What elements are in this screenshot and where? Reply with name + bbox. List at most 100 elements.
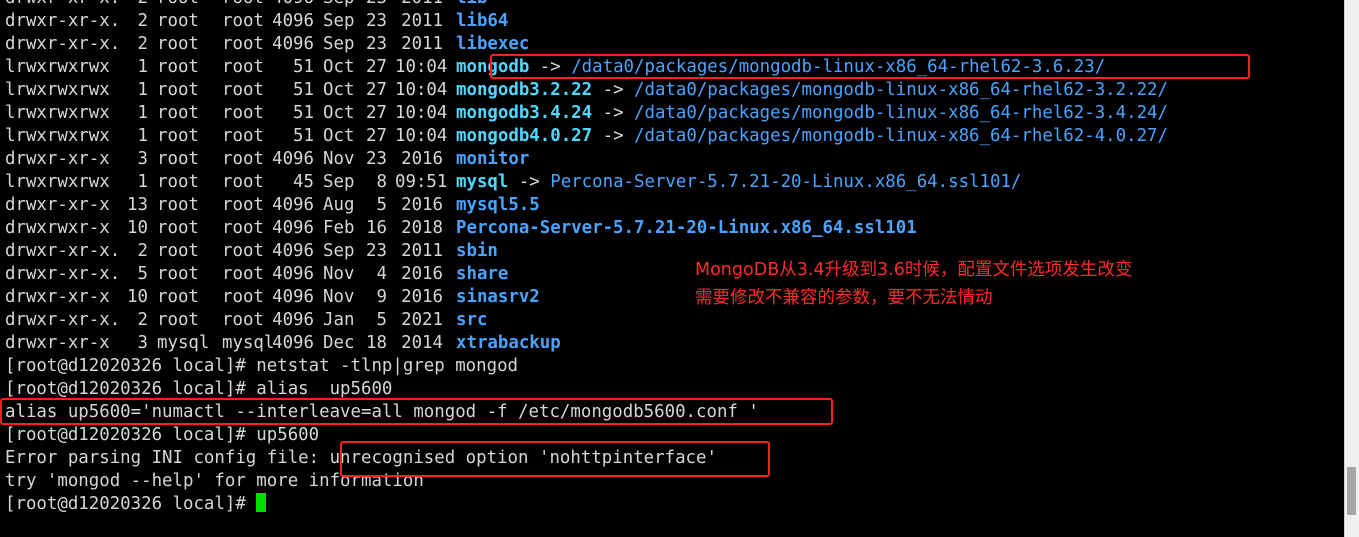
permissions: lrwxrwxrwx	[5, 57, 110, 77]
month: Oct	[323, 126, 355, 146]
listing-row: drwxr-xr-x. 2 root root 4096 Jan 5 2021 src	[5, 309, 1168, 332]
owner: root	[157, 103, 199, 123]
file-size: 51	[293, 80, 314, 100]
symlink-arrow: ->	[592, 126, 635, 146]
listing-row: lrwxrwxrwx 1 root root 51 Oct 27 10:04 mongodb3.…	[5, 79, 1168, 102]
time: 2011	[401, 34, 443, 54]
file-size: 4096	[272, 11, 314, 31]
link-count: 1	[137, 57, 148, 77]
owner: root	[157, 264, 199, 284]
time: 10:04	[395, 103, 448, 123]
month: Feb	[323, 218, 355, 238]
group: root	[222, 0, 272, 10]
symlink-target: /data0/packages/mongodb-linux-x86_64-rhe…	[634, 126, 1168, 146]
listing-row: lrwxrwxrwx 1 root root 51 Oct 27 10:04 mongodb4.…	[5, 125, 1168, 148]
time: 10:04	[395, 57, 448, 77]
link-count: 13	[127, 195, 148, 215]
time: 10:04	[395, 126, 448, 146]
group: root	[222, 126, 264, 146]
month: Aug	[323, 195, 355, 215]
vertical-scrollbar[interactable]	[1344, 0, 1359, 537]
file-size: 4096	[272, 218, 314, 238]
owner: root	[157, 80, 199, 100]
owner: mysql	[157, 333, 210, 353]
owner: root	[157, 241, 199, 261]
owner: root	[157, 149, 199, 169]
time: 2011	[395, 0, 443, 10]
scrollbar-thumb[interactable]	[1347, 467, 1356, 515]
symlink-arrow: ->	[592, 103, 635, 123]
day: 27	[366, 57, 387, 77]
symlink-target: Percona-Server-5.7.21-20-Linux.x86_64.ss…	[550, 172, 1022, 192]
day: 5	[376, 195, 387, 215]
link-count: 2	[137, 310, 148, 330]
owner: root	[157, 218, 199, 238]
time: 2016	[401, 195, 443, 215]
link-count: 5	[137, 264, 148, 284]
permissions: lrwxrwxrwx	[5, 103, 110, 123]
time: 2016	[401, 287, 443, 307]
day: 27	[366, 103, 387, 123]
symlink-arrow: ->	[508, 172, 551, 192]
file-name: monitor	[456, 149, 530, 169]
time: 10:04	[395, 80, 448, 100]
permissions: drwxr-xr-x.	[5, 34, 121, 54]
listing-row: drwxr-xr-x 3 mysql mysql4096 Dec 18 2014 xtraba…	[5, 332, 1168, 355]
file-size: 4096	[272, 241, 314, 261]
link-count: 3	[137, 333, 148, 353]
permissions: lrwxrwxrwx	[5, 80, 110, 100]
prompt-text: [root@d12020326 local]#	[5, 494, 257, 514]
file-name: mysql5.5	[456, 195, 540, 215]
owner: root	[157, 310, 199, 330]
link-count: 10	[127, 287, 148, 307]
permissions: drwxr-xr-x	[5, 333, 110, 353]
month: Sep	[323, 172, 355, 192]
time: 2011	[401, 11, 443, 31]
month: Oct	[323, 57, 355, 77]
month: Sep	[323, 0, 365, 10]
link-count: 1	[137, 103, 148, 123]
highlight-box-alias	[0, 398, 833, 425]
file-name: sinasrv2	[456, 287, 540, 307]
day: 4	[376, 264, 387, 284]
symlink-name: mongodb3.2.22	[456, 80, 593, 100]
time: 2014	[401, 333, 443, 353]
cursor-block	[256, 493, 267, 512]
month: Nov	[323, 287, 355, 307]
day: 27	[366, 126, 387, 146]
day: 5	[376, 310, 387, 330]
file-size: 45	[293, 172, 314, 192]
link-count: 1	[137, 172, 148, 192]
current-prompt[interactable]: [root@d12020326 local]#	[5, 493, 1168, 516]
day: 9	[376, 287, 387, 307]
owner: root	[157, 126, 199, 146]
permissions: drwxr-xr-x	[5, 149, 110, 169]
month: Sep	[323, 34, 355, 54]
file-name: sbin	[456, 241, 498, 261]
group: root	[222, 103, 264, 123]
group: root	[222, 310, 264, 330]
permissions: lrwxrwxrwx	[5, 126, 110, 146]
group: root	[222, 241, 264, 261]
permissions: drwxr-xr-x	[5, 195, 110, 215]
day: 23	[366, 34, 387, 54]
permissions: drwxr-xr-x.	[5, 241, 121, 261]
group: root	[222, 34, 264, 54]
symlink-arrow: ->	[592, 80, 635, 100]
day: 16	[366, 218, 387, 238]
highlight-box-error	[340, 441, 770, 477]
command-line: [root@d12020326 local]# netstat -tlnp|gr…	[5, 356, 519, 376]
file-size: 51	[293, 57, 314, 77]
owner: root	[157, 57, 199, 77]
file-size: 4096	[272, 287, 314, 307]
listing-row: drwxr-xr-x. 2 root root 4096 Sep 23 2011 lib64	[5, 10, 1168, 33]
group: root	[222, 11, 264, 31]
day: 27	[366, 80, 387, 100]
month: Dec	[323, 333, 355, 353]
permissions: drwxr-xr-x.	[5, 310, 121, 330]
permissions: drwxrwxr-x	[5, 218, 110, 238]
link-count: 2	[137, 241, 148, 261]
terminal-window[interactable]: drwxr-xr-x.2rootroot4096Sep232011lib drw…	[0, 0, 1345, 537]
symlink-target: /data0/packages/mongodb-linux-x86_64-rhe…	[634, 80, 1168, 100]
time: 2016	[401, 149, 443, 169]
